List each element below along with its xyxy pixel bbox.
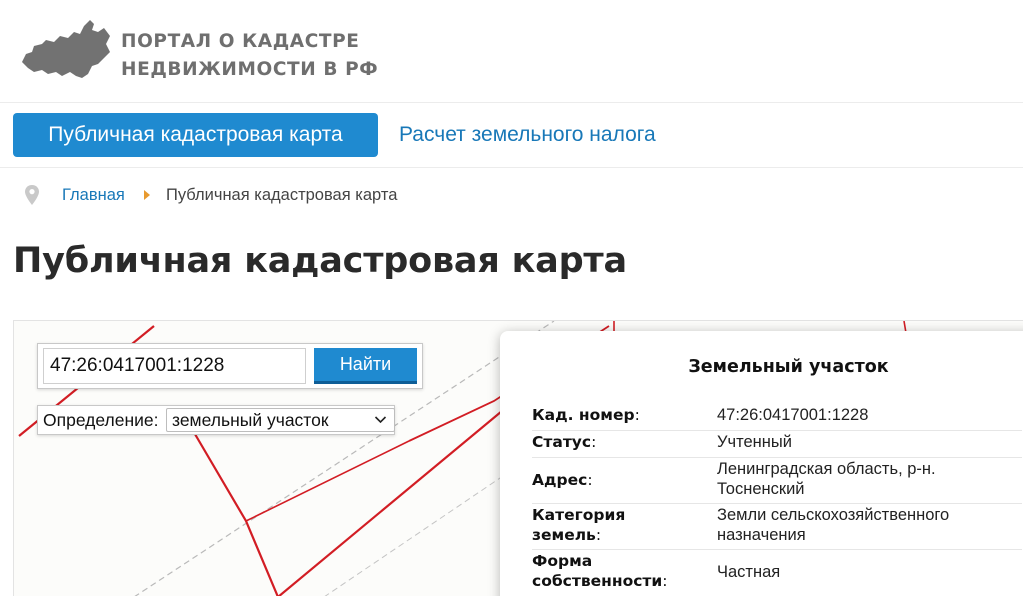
definition-select[interactable]: земельный участок	[166, 408, 395, 432]
info-key: Кад. номер	[532, 406, 635, 424]
breadcrumb-home-link[interactable]: Главная	[62, 182, 125, 208]
info-value-line-1: Земли сельскохозяйственного	[717, 506, 950, 524]
info-row-land-category: Категория земель: Земли сельскохозяйстве…	[532, 505, 1022, 550]
search-panel: Найти	[37, 343, 423, 389]
info-value: 47:26:0417001:1228	[717, 406, 869, 424]
nav-tab-land-tax[interactable]: Расчет земельного налога	[399, 113, 656, 157]
breadcrumb-current: Публичная кадастровая карта	[166, 186, 398, 204]
cadastral-number-input[interactable]	[43, 348, 306, 384]
info-row-ownership: Форма собственности: Частная	[532, 551, 1022, 596]
nav-tab-cadastral-map[interactable]: Публичная кадастровая карта	[13, 113, 378, 157]
brand-line-2: НЕДВИЖИМОСТИ В РФ	[121, 59, 379, 80]
info-row-address: Адрес: Ленинградская область, р-н. Тосне…	[532, 459, 1022, 504]
breadcrumb-separator-icon	[144, 190, 150, 200]
brand-line-1: ПОРТАЛ О КАДАСТРЕ	[121, 31, 360, 52]
info-key-line-2: собственности	[532, 572, 663, 590]
info-key-line-1: Форма	[532, 552, 593, 570]
info-value-line-1: Ленинградская область, р-н.	[717, 460, 936, 478]
panel-title: Земельный участок	[688, 357, 889, 377]
definition-label: Определение:	[43, 410, 159, 430]
russia-map-icon	[22, 20, 110, 78]
definition-selected-value: земельный участок	[172, 410, 329, 430]
info-key-line-2: земель	[532, 526, 596, 544]
find-button[interactable]: Найти	[314, 348, 417, 384]
info-key: Адрес	[532, 471, 588, 489]
info-key-line-1: Категория	[532, 506, 626, 524]
brand-name[interactable]: ПОРТАЛ О КАДАСТРЕ НЕДВИЖИМОСТИ В РФ	[121, 28, 378, 84]
info-value-line-2: Тосненский	[717, 480, 805, 498]
definition-panel: Определение: земельный участок	[37, 405, 395, 435]
info-row-cad-number: Кад. номер: 47:26:0417001:1228	[532, 405, 1022, 431]
info-value: Учтенный	[717, 433, 792, 451]
page-title: Публичная кадастровая карта	[13, 241, 627, 281]
location-pin-icon	[25, 185, 39, 205]
info-value: Частная	[717, 563, 781, 581]
info-key: Статус	[532, 433, 592, 451]
chevron-down-icon	[374, 416, 387, 424]
main-nav: Публичная кадастровая карта Расчет земел…	[0, 102, 1023, 168]
info-value-line-2: назначения	[717, 526, 806, 544]
parcel-info-panel: Земельный участок Кад. номер: 47:26:0417…	[500, 331, 1023, 596]
info-row-status: Статус: Учтенный	[532, 432, 1022, 458]
